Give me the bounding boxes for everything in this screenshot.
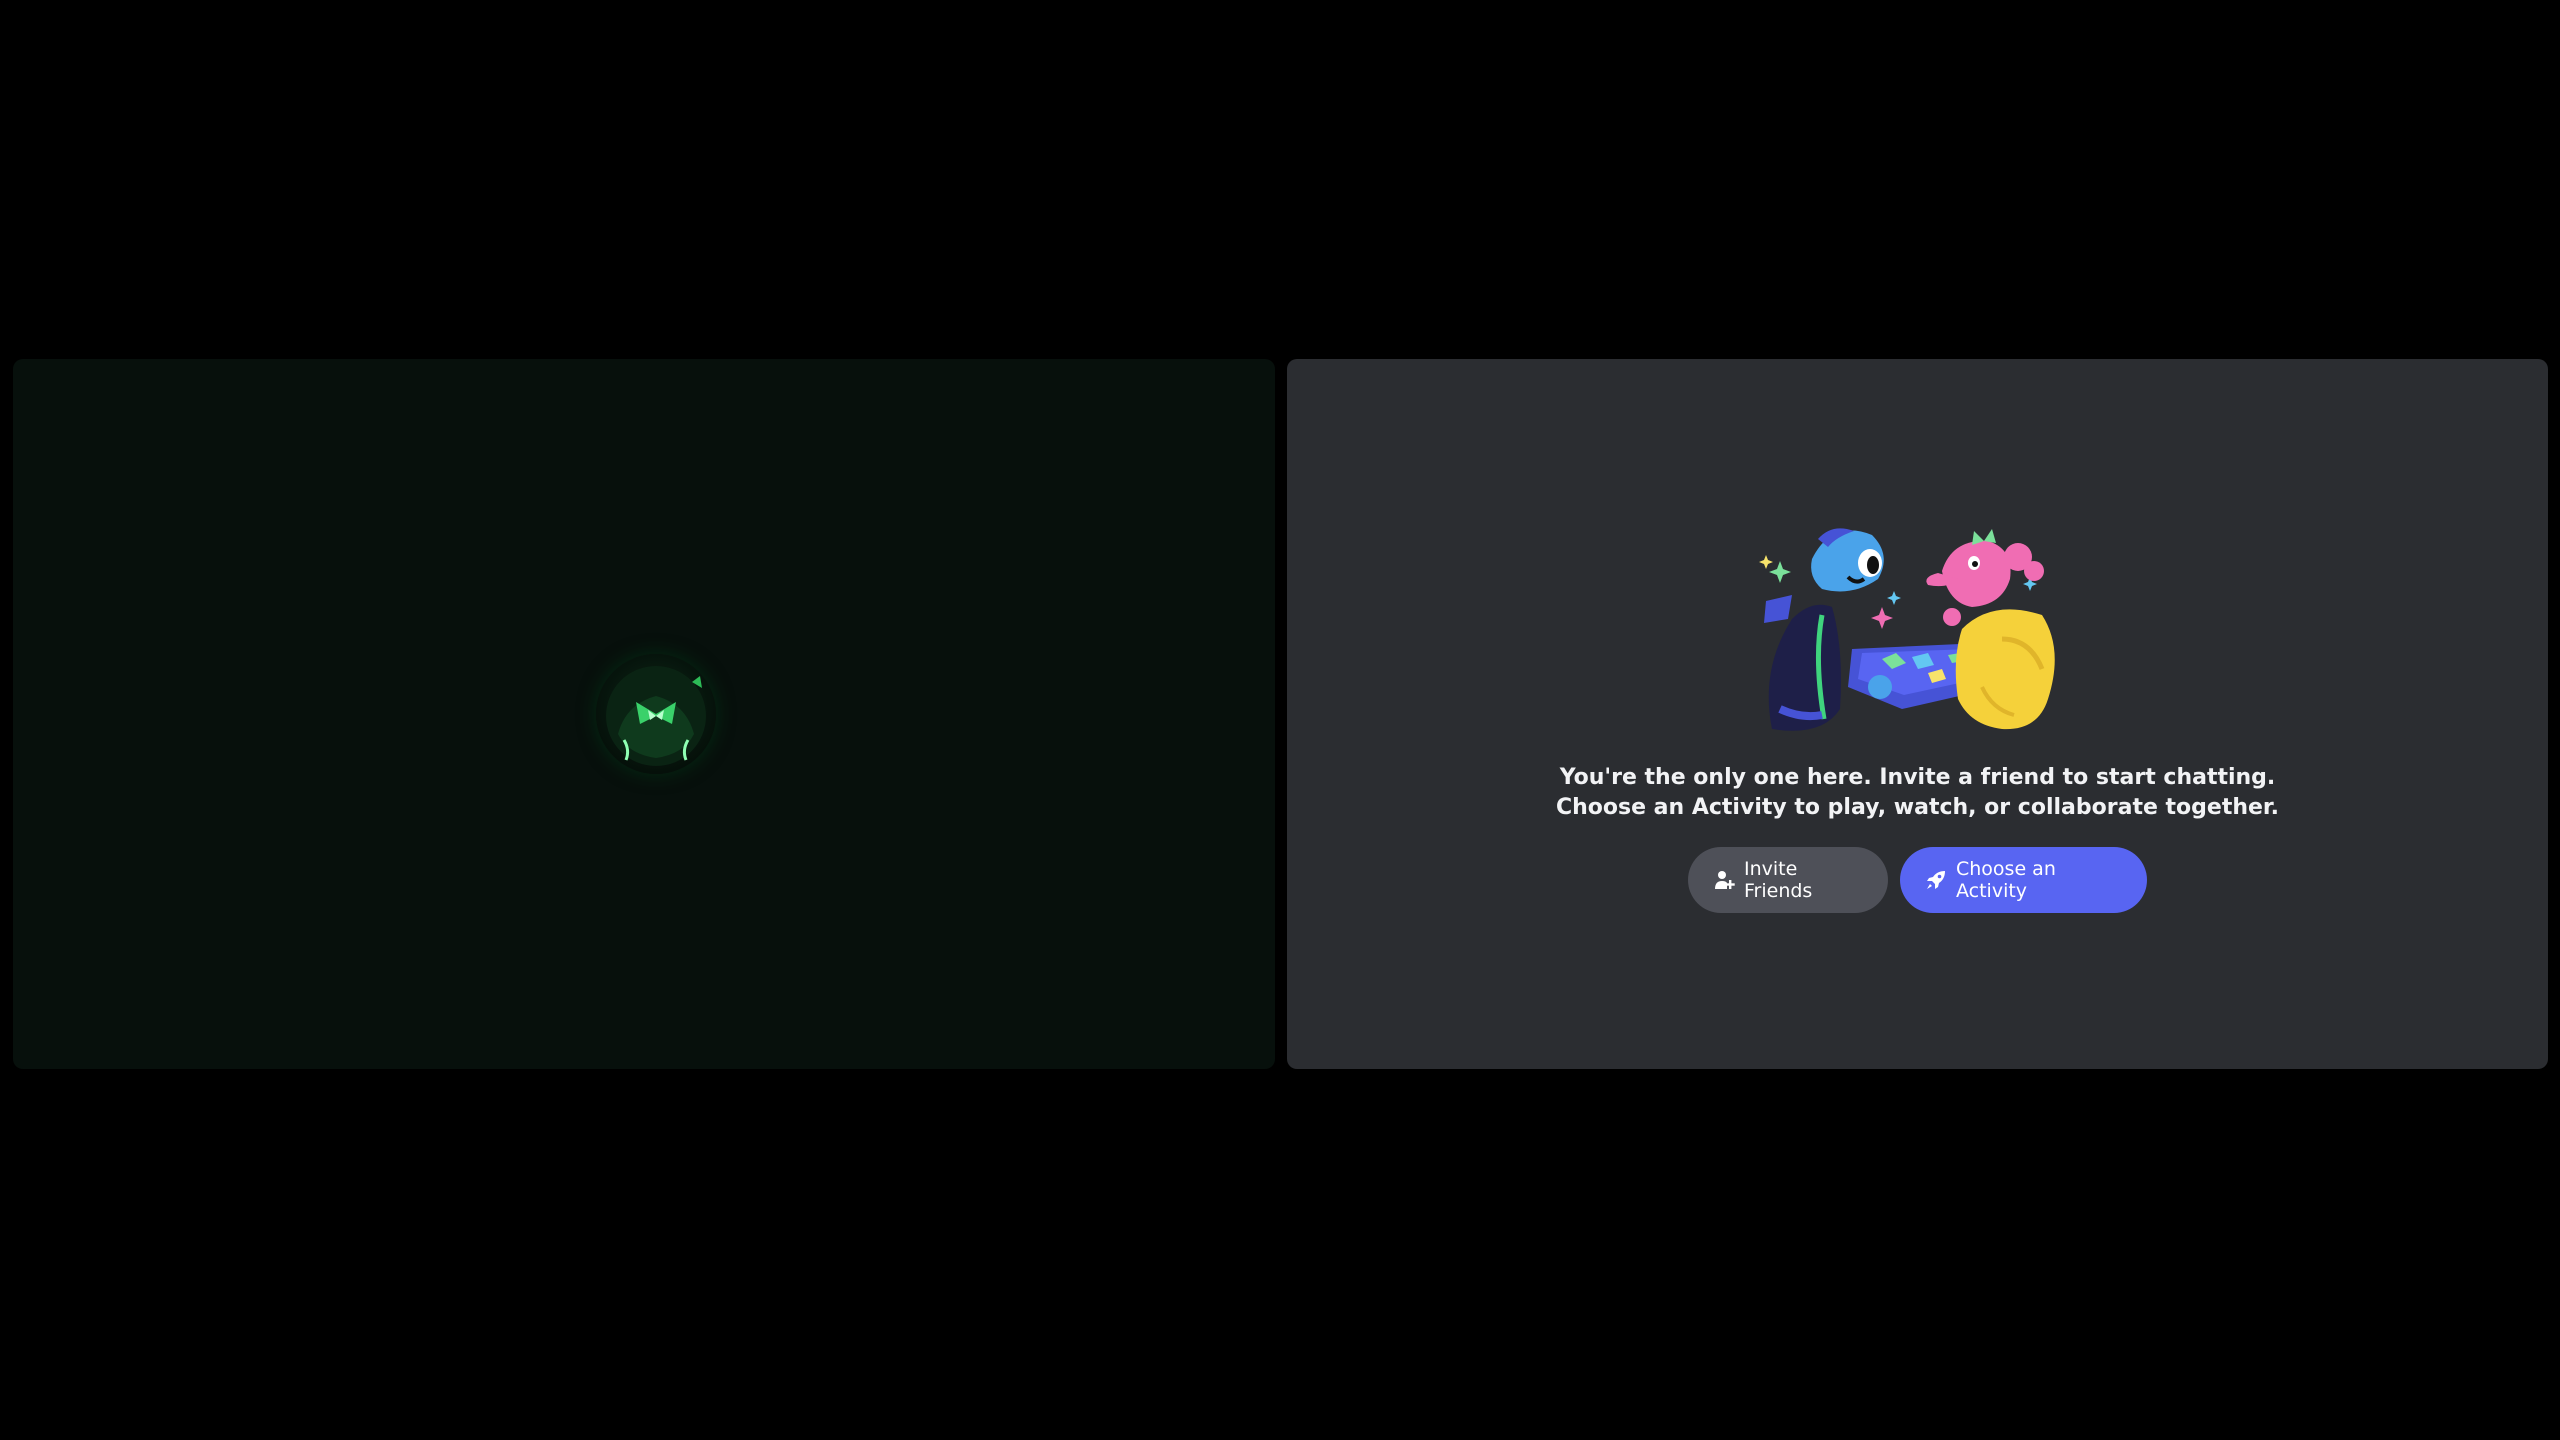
add-friend-icon (1713, 869, 1735, 891)
empty-state-message: You're the only one here. Invite a frien… (1287, 763, 2548, 823)
call-stage: You're the only one here. Invite a frien… (0, 0, 2560, 1440)
message-line-2: Choose an Activity to play, watch, or co… (1555, 795, 2280, 820)
rocket-icon (1925, 869, 1947, 891)
empty-state: You're the only one here. Invite a frien… (1287, 359, 2548, 1069)
choose-activity-button[interactable]: Choose an Activity (1900, 847, 2147, 913)
message-line-1: You're the only one here. Invite a frien… (1559, 765, 2276, 790)
avatar-icon (596, 654, 716, 774)
invite-friends-label: Invite Friends (1744, 858, 1813, 902)
invite-friends-button[interactable]: Invite Friends (1688, 847, 1888, 913)
friends-playing-illustration (1752, 519, 2082, 739)
choose-activity-label: Choose an Activity (1956, 858, 2056, 902)
empty-state-actions: Invite Friends Choose an Activity (1287, 847, 2548, 913)
participant-video-tile[interactable] (13, 359, 1275, 1069)
empty-call-panel: You're the only one here. Invite a frien… (1287, 359, 2548, 1069)
